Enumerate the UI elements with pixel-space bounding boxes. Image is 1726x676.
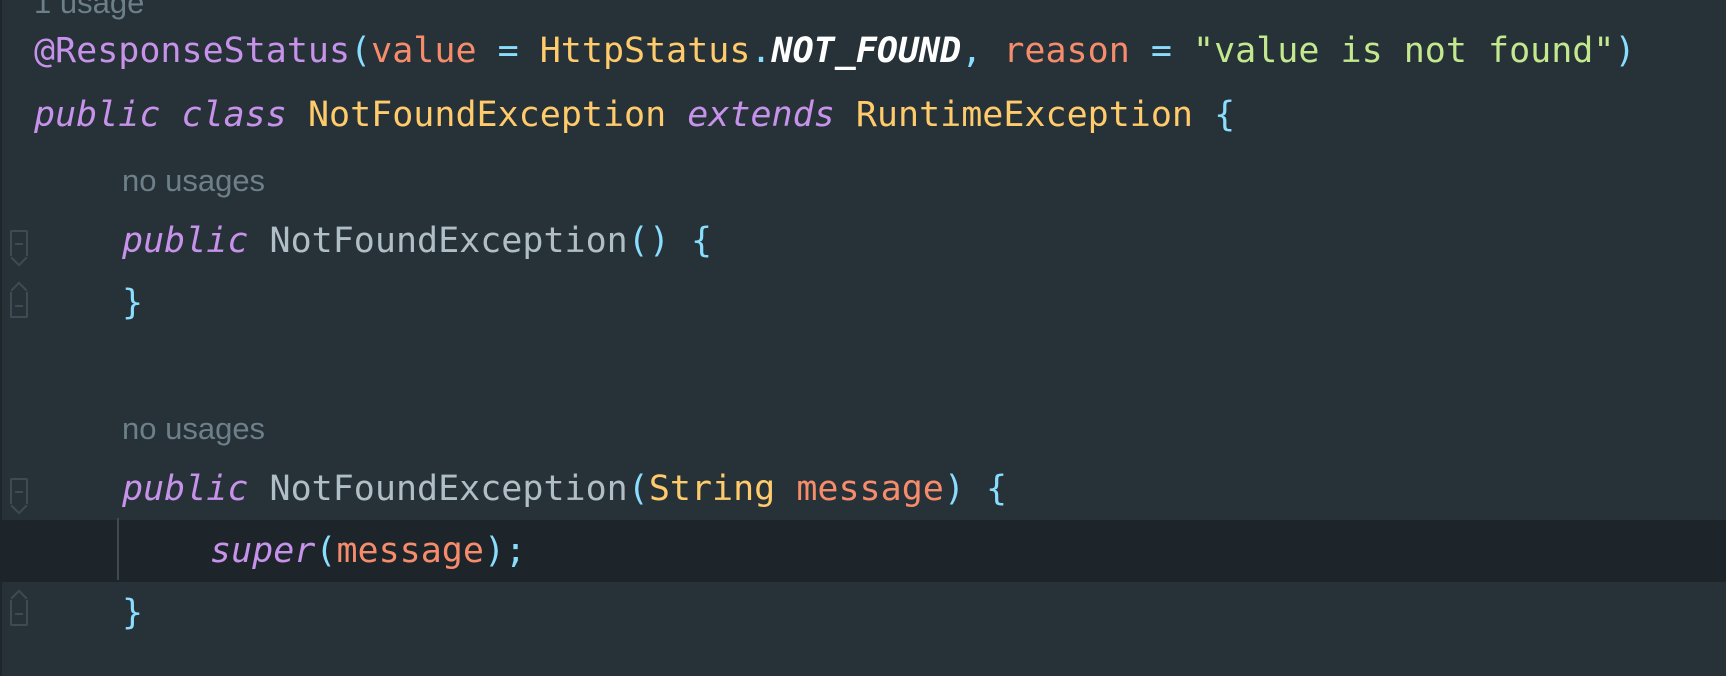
usage-hint[interactable]: no usages: [122, 398, 265, 460]
code-line-super-call[interactable]: super(message);: [0, 520, 1726, 582]
keyword: public: [122, 469, 249, 509]
indent-guide: [117, 518, 119, 580]
statement-end: );: [483, 531, 527, 571]
keyword: public: [122, 221, 249, 261]
keyword: public: [34, 95, 161, 135]
type-name: String: [648, 469, 776, 509]
code-line-class-declaration[interactable]: public class NotFoundException extends R…: [0, 84, 1726, 146]
paren: (: [350, 31, 372, 71]
code-line-constructor-1[interactable]: public NotFoundException() {: [0, 210, 1726, 272]
type-name: HttpStatus: [539, 31, 751, 71]
usage-hint[interactable]: no usages: [122, 150, 265, 212]
brace: {: [690, 221, 713, 261]
paren: ): [943, 469, 965, 509]
brace: }: [122, 593, 144, 633]
dot: .: [750, 31, 772, 71]
code-line-annotation[interactable]: @ResponseStatus(value = HttpStatus.NOT_F…: [0, 20, 1726, 82]
class-name: NotFoundException: [307, 95, 667, 135]
code-line-constructor-2[interactable]: public NotFoundException(String message)…: [0, 458, 1726, 520]
annotation-key: value: [371, 31, 477, 71]
operator: =: [476, 31, 540, 71]
keyword: super: [210, 531, 316, 571]
brace: }: [122, 283, 144, 323]
class-name: RuntimeException: [855, 95, 1194, 135]
brace: {: [1214, 95, 1236, 135]
constant-name: NOT_FOUND: [771, 31, 962, 71]
code-line-close-brace-2[interactable]: }: [0, 582, 1726, 644]
code-line-close-brace-1[interactable]: }: [0, 272, 1726, 334]
parameter-name: message: [796, 469, 944, 509]
paren: ): [1614, 31, 1636, 71]
paren: (: [315, 531, 337, 571]
keyword: class: [181, 95, 287, 135]
method-name: NotFoundException: [269, 469, 628, 509]
string-literal: "value is not found": [1193, 31, 1615, 71]
keyword: extends: [687, 95, 835, 135]
brace: {: [986, 469, 1008, 509]
paren: (: [627, 469, 649, 509]
operator: =: [1129, 31, 1193, 71]
annotation-name: @ResponseStatus: [34, 31, 351, 71]
comma: ,: [961, 31, 1004, 71]
annotation-key: reason: [1003, 31, 1130, 71]
method-name: NotFoundException: [269, 221, 628, 261]
code-editor[interactable]: 1 usage @ResponseStatus(value = HttpStat…: [0, 0, 1726, 676]
argument-name: message: [336, 531, 484, 571]
paren: (): [627, 221, 670, 261]
